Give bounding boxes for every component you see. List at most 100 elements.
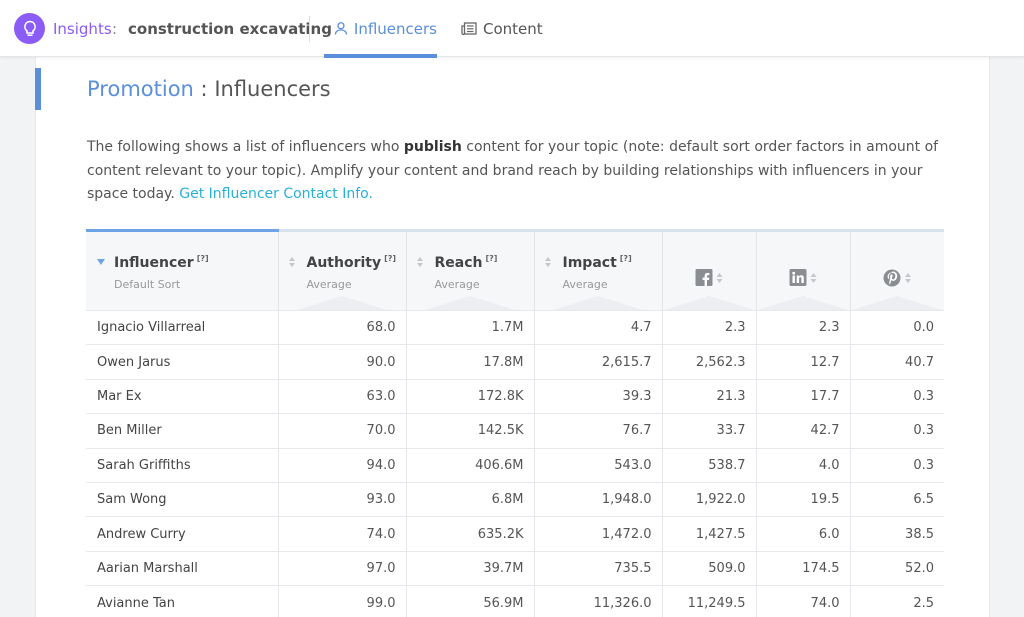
header-peak-decoration	[553, 296, 643, 310]
cell-pinterest: 6.5	[849, 481, 944, 517]
cell-linkedin: 17.7	[755, 378, 850, 414]
cell-reach: 1.7M	[405, 309, 534, 345]
sort-desc-icon	[97, 257, 105, 265]
cell-reach: 635.2K	[405, 516, 534, 552]
column-header-label: Reach	[434, 255, 483, 271]
cell-name[interactable]: Owen Jarus	[86, 344, 278, 380]
column-header-sublabel: Average	[306, 278, 352, 291]
help-marker[interactable]: [?]	[384, 254, 396, 263]
cell-linkedin: 19.5	[755, 481, 850, 517]
column-header-linkedin[interactable]	[755, 229, 850, 311]
cell-name[interactable]: Sam Wong	[86, 481, 278, 517]
column-header-sublabel: Default Sort	[114, 278, 181, 291]
column-header-sublabel: Average	[434, 278, 480, 291]
tab-influencers-label: Influencers	[353, 19, 437, 38]
social-header	[695, 269, 723, 286]
help-marker[interactable]: [?]	[197, 254, 209, 263]
cell-authority: 70.0	[277, 413, 406, 449]
breadcrumb-insights[interactable]: Insights	[53, 20, 112, 38]
column-header-pinterest[interactable]	[849, 229, 944, 311]
cell-reach: 6.8M	[405, 481, 534, 517]
cell-facebook: 2.3	[661, 309, 756, 345]
cell-facebook: 2,562.3	[661, 344, 756, 380]
influencers-table-body: Ignacio Villarreal 68.0 1.7M 4.7 2.3 2.3 0.0 Ow…	[86, 309, 944, 617]
cell-reach: 39.7M	[405, 550, 534, 586]
table-row[interactable]: Andrew Curry 74.0 635.2K 1,472.0 1,427.5 6.0 3…	[86, 516, 944, 552]
influencers-table: Influencer [?] Default Sort Authority [?] …	[86, 229, 944, 617]
contact-info-link[interactable]: Get Influencer Contact Info.	[179, 186, 373, 202]
tab-content-label: Content	[483, 19, 543, 38]
newspaper-icon	[461, 21, 477, 35]
table-row[interactable]: Sam Wong 93.0 6.8M 1,948.0 1,922.0 19.5 6.5	[86, 481, 944, 517]
column-header-impact[interactable]: Impact [?] Average	[533, 229, 662, 311]
table-row[interactable]: Avianne Tan 99.0 56.9M 11,326.0 11,249.5 74.0…	[86, 585, 944, 617]
cell-facebook: 1,922.0	[661, 481, 756, 517]
help-marker[interactable]: [?]	[620, 254, 632, 263]
sort-icon	[544, 257, 553, 267]
table-row[interactable]: Ben Miller 70.0 142.5K 76.7 33.7 42.7 0.3	[86, 413, 944, 449]
cell-facebook: 538.7	[661, 447, 756, 483]
cell-reach: 406.6M	[405, 447, 534, 483]
pinterest-icon	[883, 269, 901, 287]
top-bar: Insights : construction excavating Influ…	[0, 0, 1024, 58]
cell-reach: 172.8K	[405, 378, 534, 414]
cell-impact: 1,948.0	[533, 481, 662, 517]
cell-pinterest: 2.5	[849, 585, 944, 617]
column-header-influencer[interactable]: Influencer [?] Default Sort	[86, 229, 278, 311]
cell-impact: 76.7	[533, 413, 662, 449]
table-row[interactable]: Aarian Marshall 97.0 39.7M 735.5 509.0 174.5 5…	[86, 550, 944, 586]
cell-facebook: 1,427.5	[661, 516, 756, 552]
cell-pinterest: 0.0	[849, 309, 944, 345]
cell-authority: 93.0	[277, 481, 406, 517]
cell-name[interactable]: Avianne Tan	[86, 585, 278, 617]
table-row[interactable]: Sarah Griffiths 94.0 406.6M 543.0 538.7 4.0 0.…	[86, 447, 944, 483]
column-header-label: Authority	[306, 255, 382, 271]
cell-name[interactable]: Ben Miller	[86, 413, 278, 449]
header-peak-decoration	[758, 296, 848, 310]
cell-facebook: 33.7	[661, 413, 756, 449]
cell-authority: 94.0	[277, 447, 406, 483]
left-gutter	[0, 57, 35, 617]
cell-impact: 39.3	[533, 378, 662, 414]
sort-icon	[905, 273, 912, 283]
cell-linkedin: 12.7	[755, 344, 850, 380]
help-marker[interactable]: [?]	[486, 254, 498, 263]
cell-impact: 11,326.0	[533, 585, 662, 617]
cell-name[interactable]: Mar Ex	[86, 378, 278, 414]
cell-name[interactable]: Andrew Curry	[86, 516, 278, 552]
cell-reach: 17.8M	[405, 344, 534, 380]
column-header-facebook[interactable]	[661, 229, 756, 311]
cell-linkedin: 4.0	[755, 447, 850, 483]
cell-pinterest: 52.0	[849, 550, 944, 586]
cell-name[interactable]: Sarah Griffiths	[86, 447, 278, 483]
cell-reach: 56.9M	[405, 585, 534, 617]
cell-name[interactable]: Aarian Marshall	[86, 550, 278, 586]
sort-icon	[716, 272, 723, 283]
tab-content[interactable]: Content	[455, 0, 545, 57]
person-icon	[334, 22, 348, 35]
table-row[interactable]: Owen Jarus 90.0 17.8M 2,615.7 2,562.3 12.7 40.…	[86, 344, 944, 380]
cell-impact: 4.7	[533, 309, 662, 345]
cell-pinterest: 0.3	[849, 378, 944, 414]
sort-icon	[288, 257, 297, 267]
table-row[interactable]: Ignacio Villarreal 68.0 1.7M 4.7 2.3 2.3 0.0	[86, 309, 944, 345]
page-title-name: Influencers	[214, 77, 331, 101]
column-header-label: Impact	[562, 255, 617, 271]
breadcrumb-topic[interactable]: construction excavating	[128, 20, 332, 38]
cell-authority: 74.0	[277, 516, 406, 552]
table-row[interactable]: Mar Ex 63.0 172.8K 39.3 21.3 17.7 0.3	[86, 378, 944, 414]
lightbulb-logo-icon[interactable]	[14, 13, 45, 44]
cell-facebook: 509.0	[661, 550, 756, 586]
cell-name[interactable]: Ignacio Villarreal	[86, 309, 278, 345]
cell-pinterest: 0.3	[849, 447, 944, 483]
breadcrumb-separator: :	[112, 20, 118, 38]
column-header-authority[interactable]: Authority [?] Average	[277, 229, 406, 311]
column-header-reach[interactable]: Reach [?] Average	[405, 229, 534, 311]
cell-impact: 2,615.7	[533, 344, 662, 380]
social-header	[883, 269, 912, 287]
cell-linkedin: 42.7	[755, 413, 850, 449]
cell-impact: 1,472.0	[533, 516, 662, 552]
tab-influencers[interactable]: Influencers	[324, 0, 437, 58]
header-peak-decoration	[425, 296, 515, 310]
cell-impact: 543.0	[533, 447, 662, 483]
